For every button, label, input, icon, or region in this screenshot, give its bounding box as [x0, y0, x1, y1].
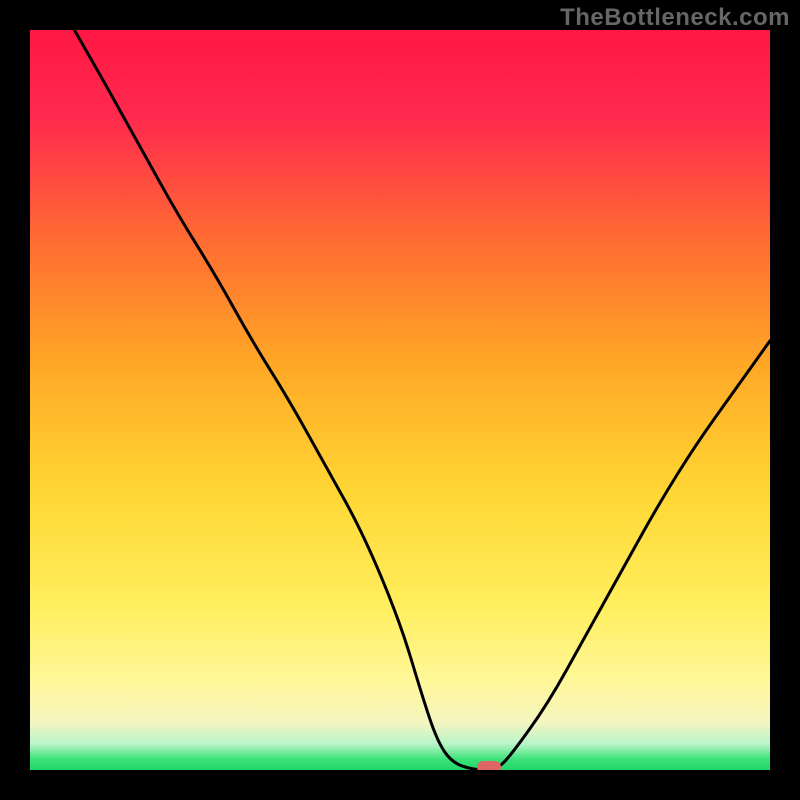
optimal-marker: [477, 761, 501, 770]
watermark-text: TheBottleneck.com: [560, 4, 790, 32]
chart-frame: TheBottleneck.com: [0, 0, 800, 800]
plot-area: [30, 30, 770, 770]
bottleneck-curve: [30, 30, 770, 770]
